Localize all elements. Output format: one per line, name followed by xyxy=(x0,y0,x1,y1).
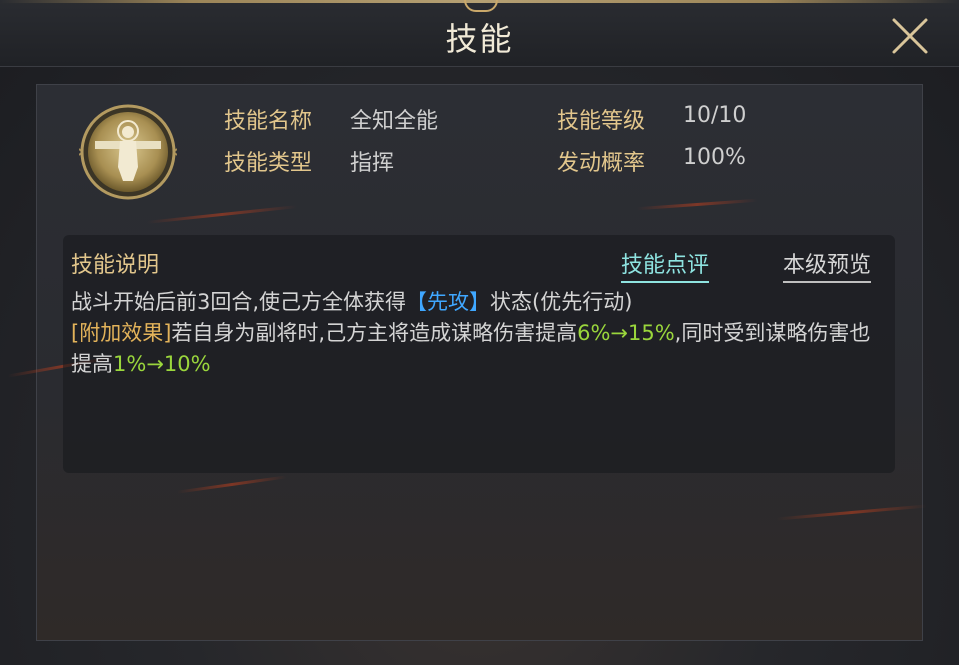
skill-panel: 技能名称 全知全能 技能等级 10/10 技能类型 指挥 发动概率 100% 技… xyxy=(7,84,927,641)
bonus-effect-label: [附加效果] xyxy=(71,321,172,345)
saint-medal-icon xyxy=(79,104,177,200)
trigger-rate-value: 100% xyxy=(683,145,746,170)
page-title: 技能 xyxy=(445,20,514,58)
skill-type-value: 指挥 xyxy=(350,151,395,176)
ember-streak xyxy=(177,475,287,494)
skill-name-label: 技能名称 xyxy=(224,109,313,134)
skill-description-box: 技能说明 技能点评 本级预览 战斗开始后前3回合,使己方全体获得【先攻】状态(优… xyxy=(63,235,895,473)
description-title: 技能说明 xyxy=(71,253,160,278)
description-text: 战斗开始后前3回合,使己方全体获得【先攻】状态(优先行动) [附加效果]若自身为… xyxy=(71,287,887,380)
tab-skill-review[interactable]: 技能点评 xyxy=(621,247,710,283)
bonus-text: 若自身为副将时,己方主将造成谋略伤害提高 xyxy=(171,321,578,345)
damage-boost-value: 6%→15% xyxy=(577,321,675,345)
title-bar: 技能 xyxy=(0,0,959,67)
close-button[interactable] xyxy=(886,14,934,58)
ember-streak xyxy=(147,205,297,224)
skill-level-label: 技能等级 xyxy=(557,109,646,134)
effect-text: 状态(优先行动) xyxy=(490,290,633,314)
skill-name-value: 全知全能 xyxy=(350,109,439,134)
skill-type-label: 技能类型 xyxy=(224,151,313,176)
ember-streak xyxy=(777,504,927,521)
trigger-rate-label: 发动概率 xyxy=(557,151,646,176)
keyword-first-strike: 【先攻】 xyxy=(406,290,491,314)
tab-level-preview[interactable]: 本级预览 xyxy=(783,247,872,283)
ember-streak xyxy=(637,198,757,211)
close-icon xyxy=(892,18,928,54)
effect-text: 战斗开始后前3回合,使己方全体获得 xyxy=(71,290,407,314)
top-notch-ornament xyxy=(464,0,498,12)
skill-level-value: 10/10 xyxy=(683,103,747,128)
damage-taken-value: 1%→10% xyxy=(113,352,211,376)
